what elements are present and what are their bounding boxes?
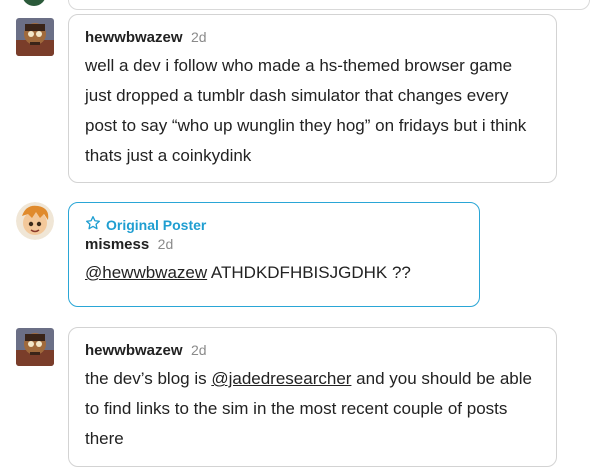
timestamp: 2d <box>157 236 174 252</box>
star-outline-icon <box>85 215 101 234</box>
avatar[interactable] <box>22 0 46 6</box>
username[interactable]: hewwbwazew <box>85 342 183 359</box>
avatar-mismess[interactable] <box>16 202 54 240</box>
avatar-hewwbwazew[interactable] <box>16 328 54 366</box>
username[interactable]: hewwbwazew <box>85 29 183 46</box>
timestamp: 2d <box>190 342 207 358</box>
badge-label: Original Poster <box>106 216 207 233</box>
avatar-hewwbwazew[interactable] <box>16 18 54 56</box>
reply-text: the dev’s blog is @jadedresearcher and y… <box>85 364 540 454</box>
original-poster-badge: Original Poster <box>85 215 463 234</box>
reply-header: hewwbwazew 2d <box>85 29 540 47</box>
timestamp: 2d <box>190 29 207 45</box>
op-reply-bubble: Original Poster mismess 2d @hewwbwazew A… <box>68 202 480 307</box>
reply-text-before: the dev’s blog is <box>85 369 212 388</box>
reply-text: well a dev i follow who made a hs-themed… <box>85 56 527 165</box>
mention-link[interactable]: @jadedresearcher <box>211 369 351 388</box>
reply-header: mismess 2d <box>85 236 463 254</box>
mention-link[interactable]: @hewwbwazew <box>85 263 207 282</box>
reply-bubble: hewwbwazew 2d the dev’s blog is @jadedre… <box>68 327 557 467</box>
reply-text-content: ATHDKDFHBISJGDHK ?? <box>207 263 411 282</box>
reply-text: @hewwbwazew ATHDKDFHBISJGDHK ?? <box>85 258 463 288</box>
reply-bubble: hewwbwazew 2d well a dev i follow who ma… <box>68 14 557 183</box>
reply-header: hewwbwazew 2d <box>85 342 540 360</box>
previous-reply-bubble <box>68 0 590 10</box>
username[interactable]: mismess <box>85 236 149 253</box>
